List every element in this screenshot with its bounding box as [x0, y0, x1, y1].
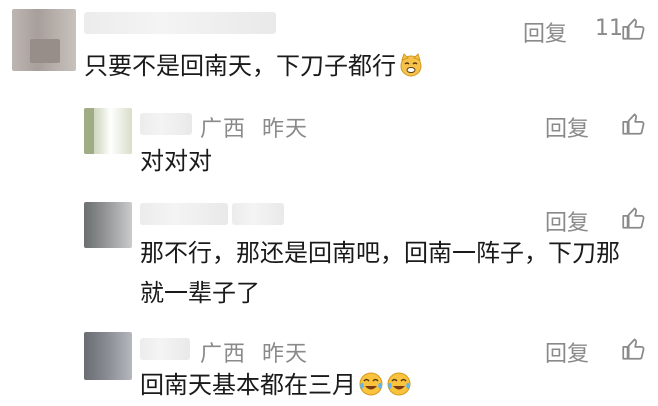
thumbs-up-icon[interactable]	[620, 16, 646, 42]
reply-button[interactable]: 回复	[545, 336, 589, 368]
thumbs-up-icon[interactable]	[620, 205, 646, 231]
blurred-username[interactable]	[140, 338, 190, 360]
thumbs-up-icon[interactable]	[620, 336, 646, 362]
avatar[interactable]	[84, 202, 132, 248]
blurred-username[interactable]	[140, 203, 228, 225]
crying-laughing-emoji	[359, 372, 383, 396]
avatar[interactable]	[84, 108, 132, 154]
blurred-username[interactable]	[140, 113, 192, 135]
crying-laughing-emoji	[387, 372, 411, 396]
cat-face-emoji	[400, 53, 422, 77]
reply-text: 对对对	[140, 147, 212, 175]
location-label: 广西	[200, 117, 247, 142]
reply-text-line-1: 那不行，那还是回南吧，回南一阵子，下刀那	[140, 239, 620, 267]
reply-text-content: 回南天基本都在三月	[140, 371, 356, 399]
reply-button[interactable]: 回复	[545, 111, 589, 143]
comment-text-content: 只要不是回南天，下刀子都行	[84, 52, 396, 80]
avatar[interactable]	[12, 9, 76, 71]
reply-text-line-2: 就一辈子了	[140, 279, 260, 307]
blurred-username[interactable]	[84, 12, 276, 34]
thumbs-up-icon[interactable]	[620, 111, 646, 137]
time-label: 昨天	[262, 117, 309, 142]
avatar[interactable]	[84, 332, 132, 380]
reply-text: 回南天基本都在三月	[140, 364, 412, 406]
reply-button[interactable]: 回复	[523, 16, 567, 48]
comment-text: 只要不是回南天，下刀子都行	[84, 45, 424, 87]
like-count: 11	[595, 16, 623, 41]
reply-meta: 广西 昨天	[200, 111, 308, 143]
blurred-username-extra	[232, 203, 284, 225]
